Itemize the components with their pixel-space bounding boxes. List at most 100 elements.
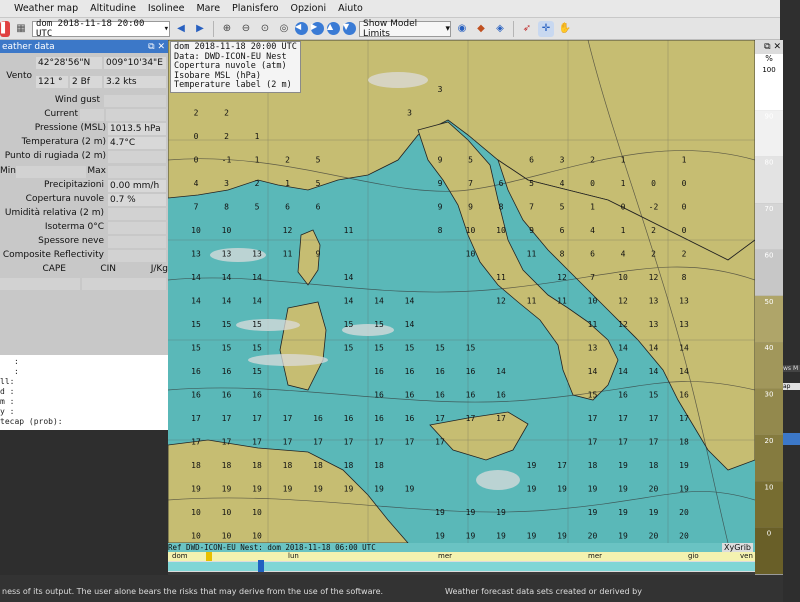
pan-up-icon[interactable]: ▲ [327, 22, 340, 35]
temperature-label: 9 [316, 250, 321, 259]
temperature-label: 18 [252, 461, 262, 470]
zoom-area-icon[interactable]: ⊙ [257, 21, 273, 37]
route-icon[interactable]: ◈ [492, 21, 508, 37]
temperature-label: 14 [405, 320, 415, 329]
side-tab[interactable]: ap [783, 383, 800, 390]
menu-options[interactable]: Opzioni [291, 3, 327, 14]
menu-altitude[interactable]: Altitudine [90, 3, 136, 14]
temperature-label: Temperatura (2 m) [21, 137, 106, 147]
float-icon[interactable]: ⧉ [764, 42, 770, 52]
map-footer: Ref DWD-ICON-EU Nest: dom 2018-11-18 06:… [168, 543, 755, 552]
hand-icon[interactable]: ✋ [557, 21, 573, 37]
temperature-label: 15 [405, 344, 415, 353]
globe-icon[interactable]: ◉ [454, 21, 470, 37]
pan-down-icon[interactable]: ▼ [343, 22, 356, 35]
bottom-area: ness of its output. The user alone bears… [0, 575, 783, 602]
pan-left-icon[interactable]: ◀ [295, 22, 308, 35]
temperature-label: 1 [255, 132, 260, 141]
temperature-label: 11 [344, 226, 354, 235]
temperature-value: 4.7°C [108, 137, 166, 149]
temperature-label: 7 [590, 273, 595, 282]
menu-help[interactable]: Aiuto [338, 3, 363, 14]
pan-right-icon[interactable]: ▶ [311, 22, 324, 35]
temperature-label: 6 [529, 156, 534, 165]
date-select[interactable]: dom 2018-11-18 20:00 UTC ▾ [32, 19, 170, 39]
temperature-label: 16 [344, 414, 354, 423]
color-legend: ⧉ ✕ % 100 90 80 70 60 50 40 30 20 10 0 [755, 40, 783, 575]
temperature-label: 10 [222, 508, 232, 517]
timeline-slider[interactable] [168, 560, 755, 572]
temperature-label: 18 [222, 461, 232, 470]
temperature-label: 2 [682, 250, 687, 259]
temperature-label: 4 [194, 179, 199, 188]
temperature-label: 13 [679, 320, 689, 329]
temperature-label: 19 [222, 485, 232, 494]
map-canvas[interactable]: 232230210-112595632114321597654010078566… [168, 40, 755, 543]
temperature-label: 12 [618, 297, 628, 306]
temperature-label: 0 [194, 156, 199, 165]
temperature-label: -2 [649, 203, 659, 212]
menu-isolines[interactable]: Isolinee [148, 3, 185, 14]
temperature-label: 1 [255, 156, 260, 165]
close-icon[interactable]: ✕ [773, 42, 781, 52]
legend-title-bar: ⧉ ✕ [755, 40, 783, 54]
rocket-icon[interactable]: ➶ [519, 21, 535, 37]
panel-title-bar: eather data ⧉ ✕ [0, 40, 168, 53]
map-info-line: Temperature label (2 m) [174, 80, 292, 90]
temperature-label: 0 [682, 179, 687, 188]
close-icon[interactable]: ✕ [157, 42, 165, 52]
temperature-label: 16 [252, 391, 262, 400]
model-limits-select[interactable]: Show Model Limits ▾ [359, 19, 451, 39]
side-tab-highlight[interactable] [783, 433, 800, 445]
menu-planisphere[interactable]: Planisfero [232, 3, 279, 14]
temperature-label: 19 [344, 485, 354, 494]
wind-gust-value [104, 95, 166, 107]
weather-map[interactable]: 232230210-112595632114321597654010078566… [168, 40, 755, 552]
previous-step-icon[interactable]: ◀ [173, 21, 189, 37]
temperature-label: 15 [374, 344, 384, 353]
menu-bar: Weather map Altitudine Isolinee Mare Pla… [0, 0, 780, 18]
menu-weather-map[interactable]: Weather map [14, 3, 78, 14]
timeline-handle[interactable] [258, 560, 264, 572]
temperature-label: 17 [191, 438, 201, 447]
temperature-label: 6 [499, 179, 504, 188]
calendar-icon[interactable]: ▌ [0, 20, 10, 37]
float-icon[interactable]: ⧉ [148, 42, 154, 52]
legend-label: 0 [767, 530, 771, 538]
temperature-label: 2 [224, 132, 229, 141]
crosshair-icon[interactable]: ✛ [538, 20, 554, 37]
temperature-label: 19 [435, 508, 445, 517]
temperature-label: 19 [283, 485, 293, 494]
zoom-fit-icon[interactable]: ◎ [276, 21, 292, 37]
temperature-label: 13 [649, 297, 659, 306]
side-tab[interactable]: ws M [783, 365, 800, 372]
temperature-label: 2 [255, 179, 260, 188]
temperature-label: 10 [191, 532, 201, 541]
temperature-label: 19 [191, 485, 201, 494]
timeline-day: lun [288, 552, 299, 560]
zoom-in-icon[interactable]: ⊕ [219, 21, 235, 37]
poi-icon[interactable]: ◆ [473, 21, 489, 37]
next-step-icon[interactable]: ▶ [192, 21, 208, 37]
zoom-out-icon[interactable]: ⊖ [238, 21, 254, 37]
temperature-label: 8 [438, 226, 443, 235]
temperature-label: 1 [621, 226, 626, 235]
menu-sea[interactable]: Mare [196, 3, 220, 14]
temperature-label: 17 [405, 438, 415, 447]
timeline-marker [206, 552, 212, 561]
temperature-label: 17 [283, 438, 293, 447]
temperature-label: 14 [252, 297, 262, 306]
temperature-label: 10 [466, 226, 476, 235]
timeline[interactable]: dom lun mer mer gio ven [168, 552, 755, 572]
temperature-label: 19 [557, 532, 567, 541]
temperature-label: 13 [252, 250, 262, 259]
temperature-label: 16 [374, 391, 384, 400]
temperature-label: 10 [588, 297, 598, 306]
temperature-label: 5 [529, 179, 534, 188]
info-line: tecap (prob): [0, 417, 63, 426]
temperature-label: 18 [679, 438, 689, 447]
temperature-label: 10 [252, 508, 262, 517]
date-picker-icon[interactable]: ▦ [13, 21, 29, 37]
temperature-label: 19 [496, 532, 506, 541]
temperature-label: 14 [618, 367, 628, 376]
